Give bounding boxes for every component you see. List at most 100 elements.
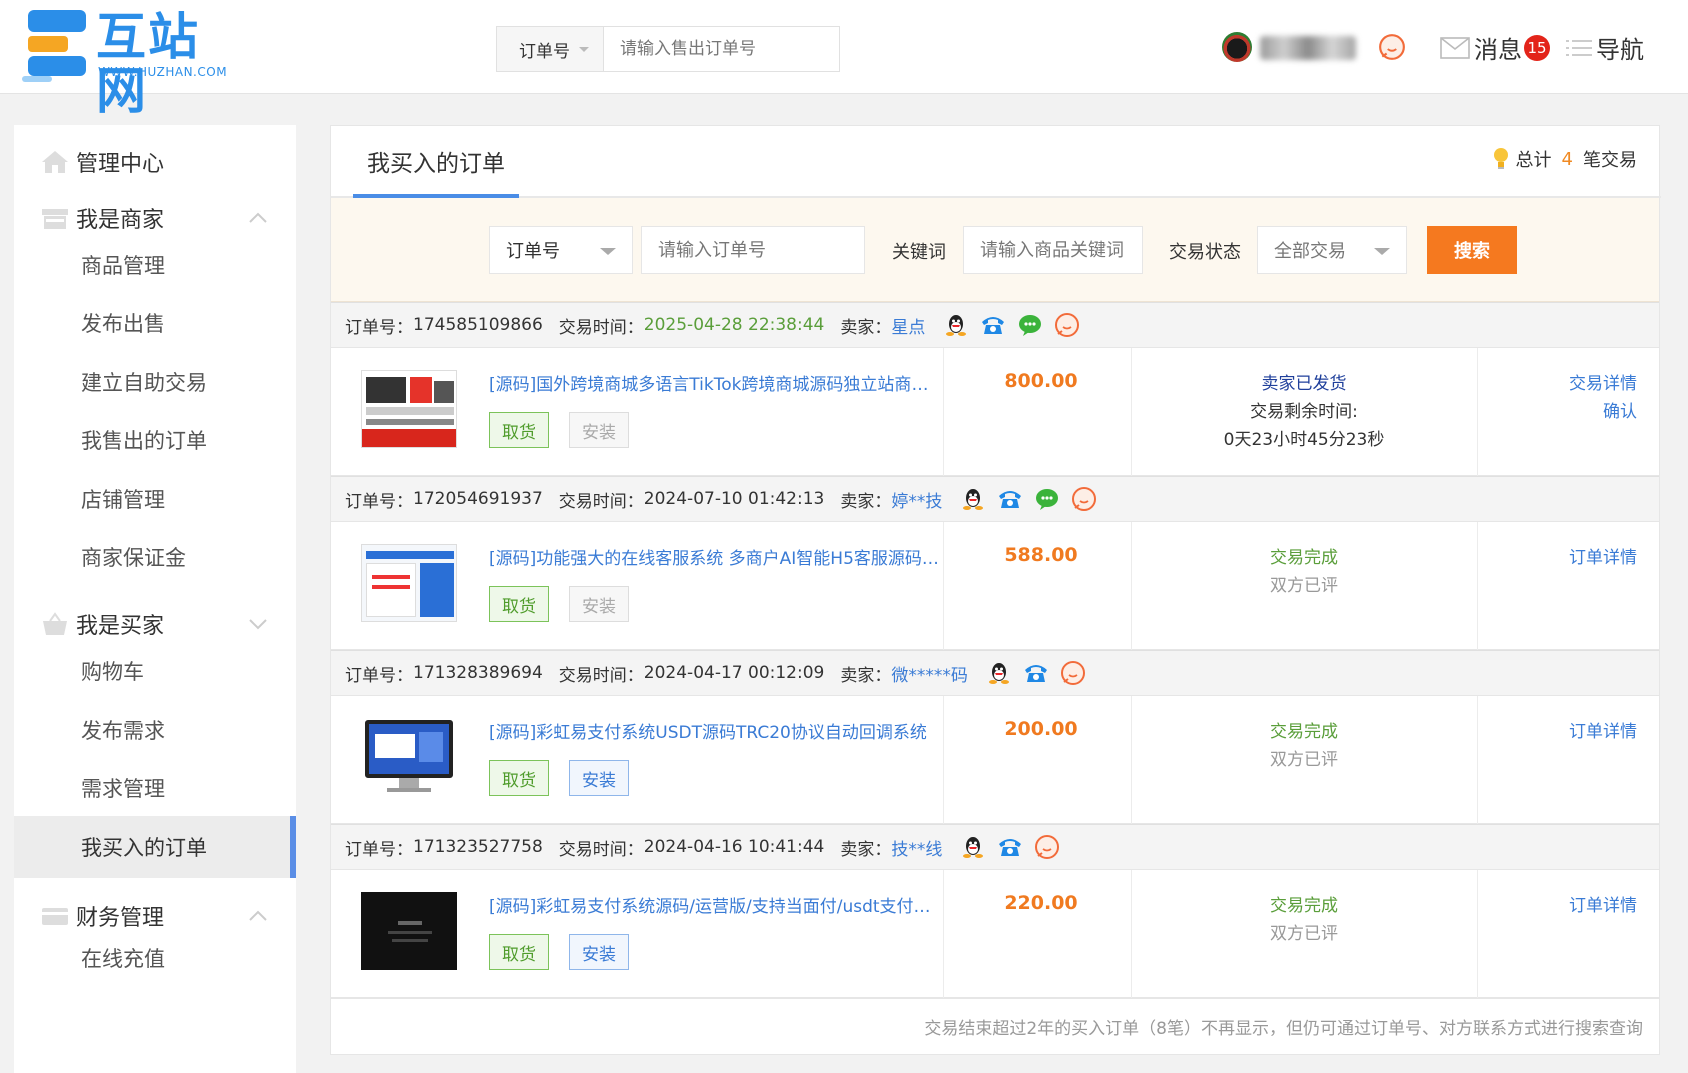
sidebar-admin-center[interactable]: 管理中心 [14,137,296,187]
product-thumbnail[interactable] [361,370,457,448]
sidebar-item-shop-manage[interactable]: 店铺管理 [14,468,296,530]
status-primary: 交易完成 [1270,548,1338,568]
install-button[interactable]: 安装 [569,760,629,796]
sidebar-item-product-manage[interactable]: 商品管理 [14,234,296,296]
qq-icon[interactable] [943,312,969,338]
seller-link[interactable]: 星点 [891,313,925,338]
bulb-icon [1493,148,1508,169]
seller-link[interactable]: 婷**技 [891,487,942,512]
chevron-up-icon[interactable] [248,212,268,224]
confirm-link[interactable]: 确认 [1569,398,1637,426]
chat-icon[interactable] [1034,834,1060,860]
status-primary: 交易完成 [1270,722,1338,742]
get-goods-button[interactable]: 取货 [489,586,549,622]
top-search-input[interactable] [604,27,839,71]
username-blurred[interactable] [1260,36,1356,60]
keyword-input[interactable] [963,226,1143,274]
wechat-icon[interactable] [1017,312,1043,338]
sidebar-item-demand-manage[interactable]: 需求管理 [14,757,296,819]
seller-link[interactable]: 技**线 [891,835,942,860]
phone-icon[interactable] [980,312,1006,338]
column-divider [1477,870,1478,998]
chat-icon[interactable] [1378,33,1406,61]
chevron-down-icon [1374,248,1390,255]
phone-icon[interactable] [1023,660,1049,686]
product-title-link[interactable]: [源码]彩虹易支付系统USDT源码TRC20协议自动回调系统 [489,718,943,743]
install-button[interactable]: 安装 [569,934,629,970]
sidebar-item-self-trade[interactable]: 建立自助交易 [14,351,296,413]
sidebar-item-cart[interactable]: 购物车 [14,640,296,702]
order-row-1: [源码]国外跨境商城多语言TikTok跨境商城源码独立站商城源码 取货 安装 8… [331,348,1659,476]
status-remaining-time: 0天23小时45分23秒 [1223,430,1385,450]
order-actions: 订单详情 [1569,718,1637,746]
product-title-link[interactable]: [源码]国外跨境商城多语言TikTok跨境商城源码独立站商城源码 [489,370,943,395]
top-header: 互站网 WWW.HUZHAN.COM 订单号 消息 15 导航 [0,0,1688,118]
qq-icon[interactable] [960,834,986,860]
order-detail-link[interactable]: 订单详情 [1569,892,1637,920]
chevron-down-icon [579,47,589,52]
sidebar-item-publish-sale[interactable]: 发布出售 [14,292,296,354]
chat-icon[interactable] [1060,660,1086,686]
trade-detail-link[interactable]: 交易详情 [1569,370,1637,398]
site-logo[interactable]: 互站网 WWW.HUZHAN.COM [22,6,242,118]
trade-time-label: 交易时间： [558,491,644,512]
filter-type-select[interactable]: 订单号 [489,226,633,274]
product-thumbnail[interactable] [361,544,457,622]
order-actions: 订单详情 [1569,892,1637,920]
trade-time-value: 2024-04-16 10:41:44 [643,837,825,857]
order-header-2: 订单号： 172054691937 交易时间： 2024-07-10 01:42… [331,476,1659,522]
sidebar-admin-center-label: 管理中心 [76,152,165,177]
order-actions: 订单详情 [1569,544,1637,572]
sidebar-item-recharge[interactable]: 在线充值 [14,927,296,989]
sidebar-section-merchant-label: 我是商家 [76,208,165,233]
chat-icon[interactable] [1071,486,1097,512]
chevron-down-icon[interactable] [248,618,268,630]
get-goods-button[interactable]: 取货 [489,934,549,970]
column-divider [1477,348,1478,476]
sidebar-item-deposit[interactable]: 商家保证金 [14,526,296,588]
product-title-link[interactable]: [源码]彩虹易支付系统源码/运营版/支持当面付/usdt支付系统 [489,892,943,917]
get-goods-button[interactable]: 取货 [489,760,549,796]
menu-icon [1566,39,1592,56]
avatar[interactable] [1222,32,1252,62]
order-detail-link[interactable]: 订单详情 [1569,544,1637,572]
order-no-label: 订单号： [345,317,413,338]
messages-badge: 15 [1524,34,1550,61]
install-button[interactable]: 安装 [569,586,629,622]
order-row-4: [源码]彩虹易支付系统源码/运营版/支持当面付/usdt支付系统 取货 安装 2… [331,870,1659,998]
chat-icon[interactable] [1054,312,1080,338]
product-title-link[interactable]: [源码]功能强大的在线客服系统 多商户AI智能H5客服源码系统 [489,544,943,569]
qq-icon[interactable] [960,486,986,512]
chevron-down-icon [600,248,616,255]
wechat-icon[interactable] [1034,486,1060,512]
nav-menu-link[interactable]: 导航 [1566,30,1644,65]
sidebar-item-publish-demand[interactable]: 发布需求 [14,699,296,761]
seller-link[interactable]: 微*****码 [891,661,968,686]
top-search-box: 订单号 [496,26,840,72]
order-price: 200.00 [1004,718,1078,740]
status-review: 双方已评 [1270,924,1338,944]
order-row-3: [源码]彩虹易支付系统USDT源码TRC20协议自动回调系统 取货 安装 200… [331,696,1659,824]
chevron-up-icon[interactable] [248,910,268,922]
qq-icon[interactable] [986,660,1012,686]
sidebar-item-bought-orders[interactable]: 我买入的订单 [14,816,296,878]
home-icon [42,151,68,173]
messages-link[interactable]: 消息 15 [1440,30,1550,65]
trade-status-select[interactable]: 全部交易 [1257,226,1407,274]
order-no-value: 174585109866 [413,315,543,335]
product-thumbnail[interactable] [361,892,457,970]
install-button[interactable]: 安装 [569,412,629,448]
phone-icon[interactable] [997,486,1023,512]
search-button[interactable]: 搜索 [1427,226,1517,274]
total-prefix: 总计 [1515,150,1552,171]
order-number-input[interactable] [641,226,865,274]
get-goods-button[interactable]: 取货 [489,412,549,448]
top-search-type-select[interactable]: 订单号 [497,27,604,71]
order-header-1: 订单号： 174585109866 交易时间： 2025-04-28 22:38… [331,302,1659,348]
order-detail-link[interactable]: 订单详情 [1569,718,1637,746]
product-thumbnail[interactable] [361,718,457,796]
keyword-label: 关键词 [892,242,946,263]
phone-icon[interactable] [997,834,1023,860]
sidebar-item-sold-orders[interactable]: 我售出的订单 [14,409,296,471]
page-title[interactable]: 我买入的订单 [367,144,505,178]
